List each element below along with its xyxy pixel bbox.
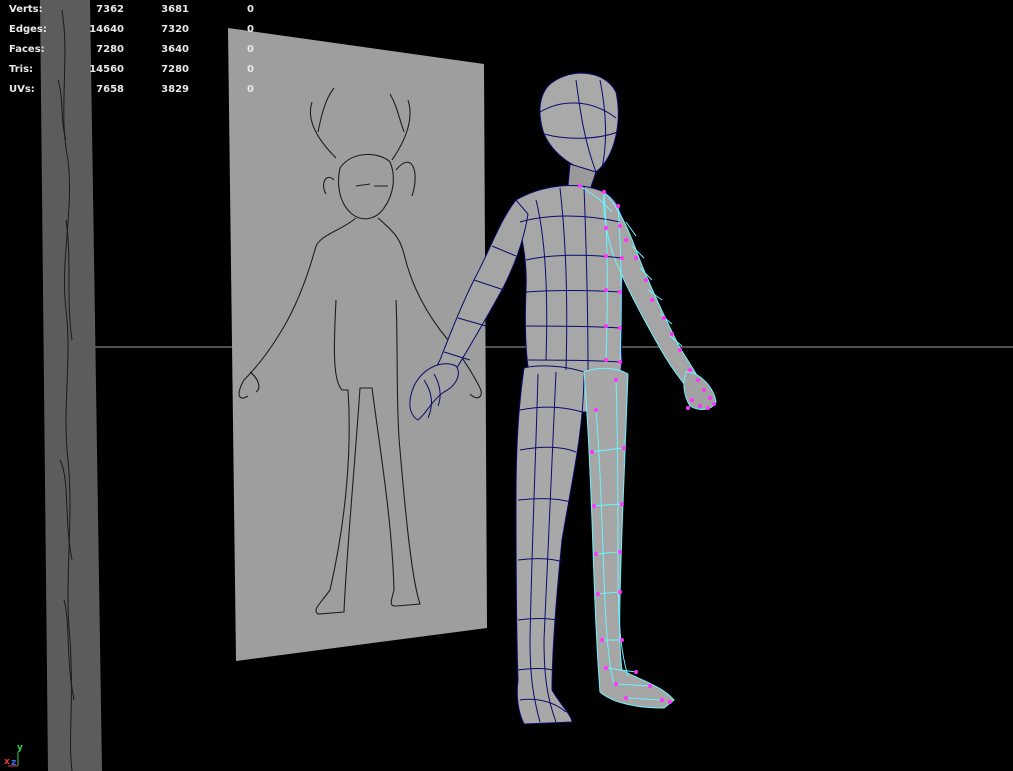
hud-total: 14560: [89, 64, 124, 75]
mesh-right-hand[interactable]: [683, 371, 717, 410]
hud-selected: 3681: [161, 4, 189, 15]
hud-total: 7280: [96, 44, 124, 55]
hud-selected: 7280: [161, 64, 189, 75]
hud-row-tris: Tris: 14560 7280 0: [0, 63, 270, 77]
hud-selected: 7320: [161, 24, 189, 35]
hud-components: 0: [247, 4, 254, 15]
axis-y-label: y: [17, 743, 23, 753]
hud-components: 0: [247, 64, 254, 75]
hud-selected: 3829: [161, 84, 189, 95]
hud-label: UVs:: [9, 84, 35, 95]
scene-render[interactable]: [0, 0, 1013, 771]
hud-total: 14640: [89, 24, 124, 35]
hud-label: Edges:: [9, 24, 47, 35]
hud-label: Tris:: [9, 64, 34, 75]
mesh-right-leg[interactable]: [583, 367, 675, 709]
axis-x-label: x: [4, 757, 10, 767]
hud-selected: 3640: [161, 44, 189, 55]
hud-label: Verts:: [9, 4, 43, 15]
hud-label: Faces:: [9, 44, 45, 55]
axis-gizmo-icon: y x z: [2, 740, 32, 770]
hud-components: 0: [247, 84, 254, 95]
hud-row-verts: Verts: 7362 3681 0: [0, 3, 270, 17]
hud-row-uvs: UVs: 7658 3829 0: [0, 83, 270, 97]
mesh-head[interactable]: [539, 72, 619, 173]
mesh-left-leg[interactable]: [515, 365, 585, 725]
hud-components: 0: [247, 24, 254, 35]
axis-z-label: z: [11, 758, 17, 768]
hud-components: 0: [247, 44, 254, 55]
hud-total: 7658: [96, 84, 124, 95]
maya-3d-viewport[interactable]: Verts: 7362 3681 0 Edges: 14640 7320 0 F…: [0, 0, 1013, 771]
hud-total: 7362: [96, 4, 124, 15]
hud-row-edges: Edges: 14640 7320 0: [0, 23, 270, 37]
hud-row-faces: Faces: 7280 3640 0: [0, 43, 270, 57]
